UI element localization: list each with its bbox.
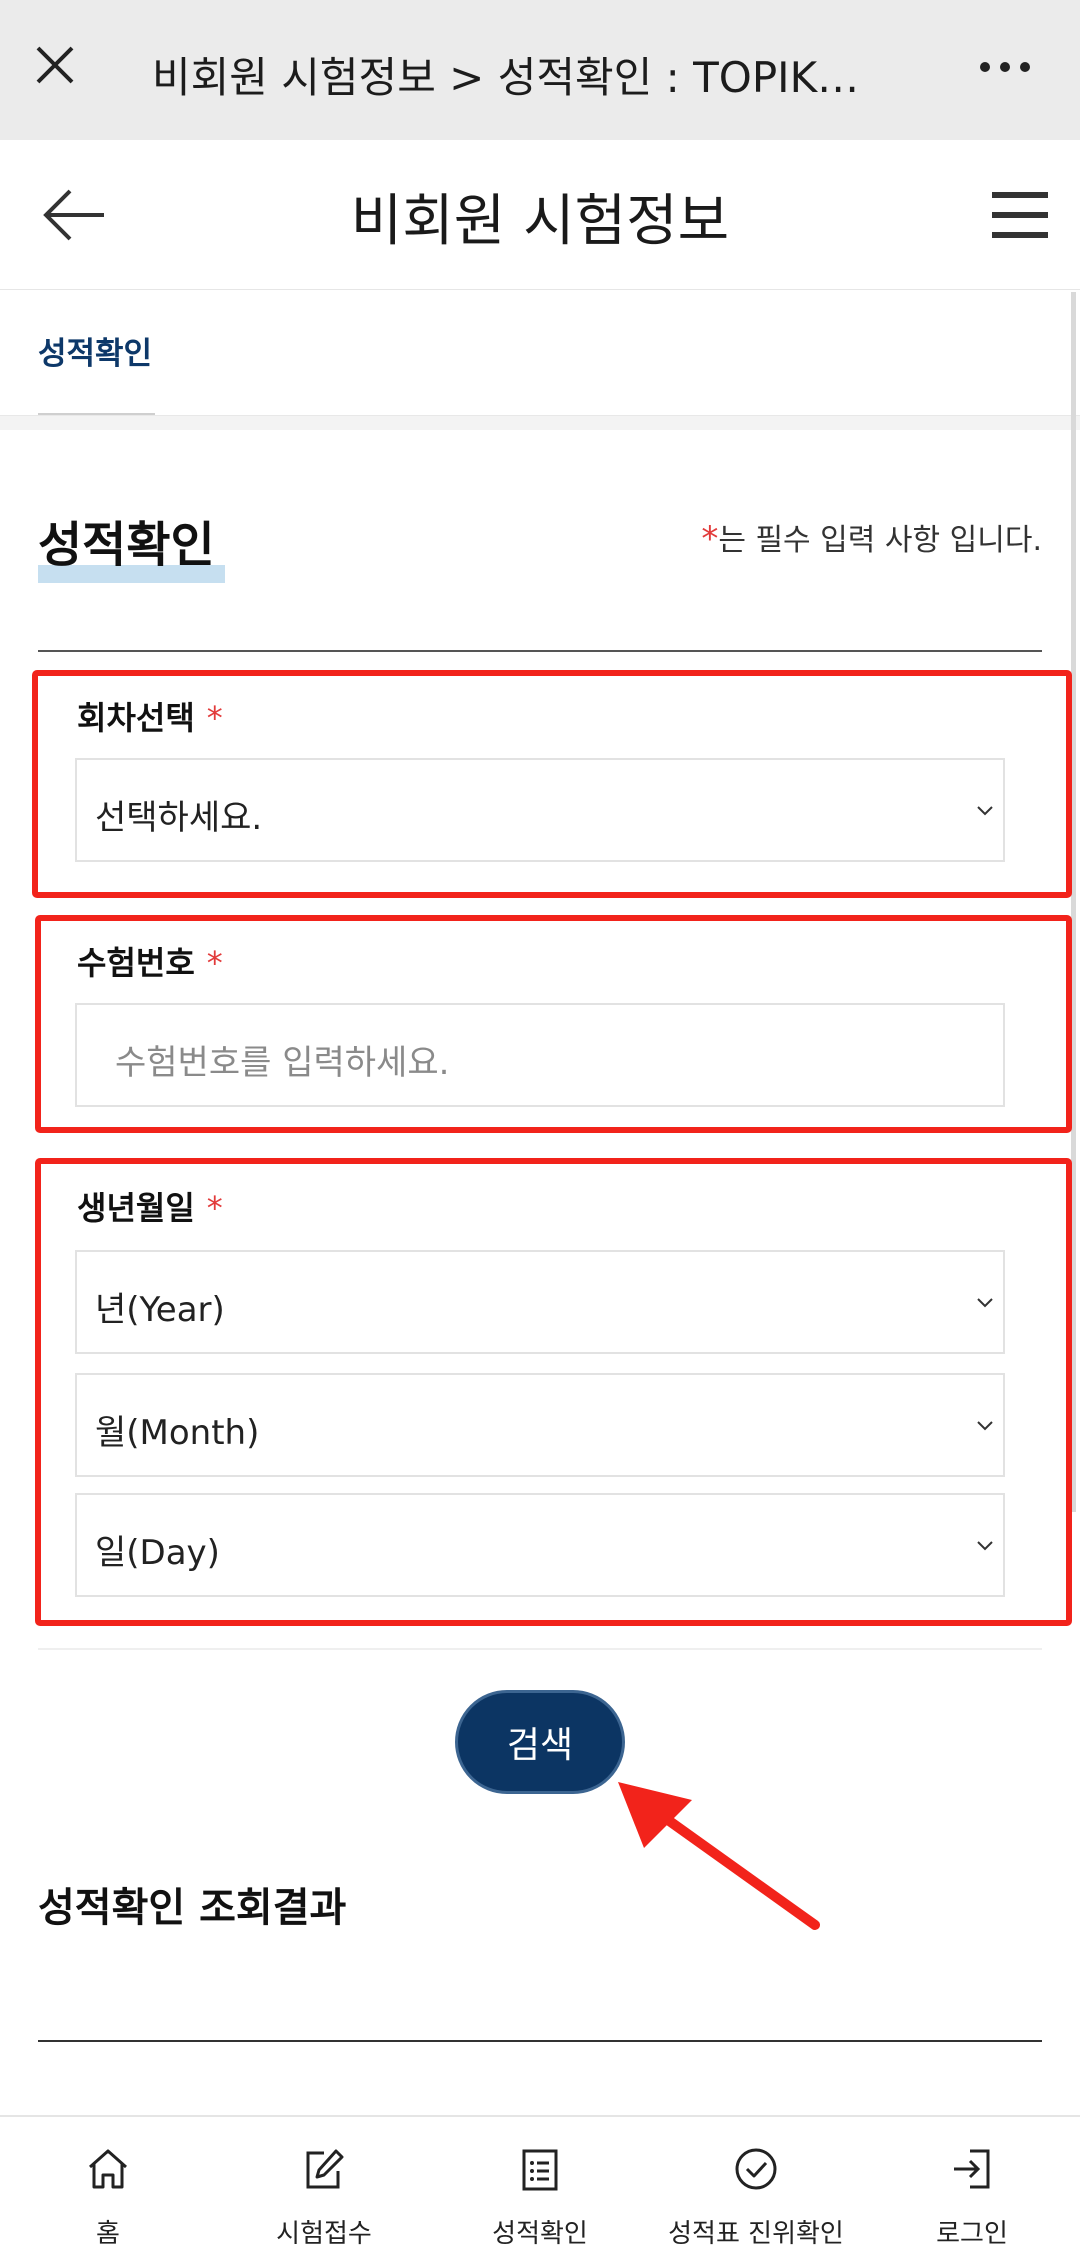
home-icon — [89, 2149, 127, 2189]
birth-day-value: 일(Day) — [95, 1533, 220, 1573]
form-divider — [38, 1648, 1042, 1650]
nav-label-home: 홈 — [96, 2219, 120, 2249]
exam-number-label-text: 수험번호 — [77, 944, 195, 982]
bottom-nav: 홈 시험접수 성적확인 성적표 진위확인 로그인 — [0, 2115, 1080, 2263]
birth-label-text: 생년월일 — [77, 1189, 195, 1227]
nav-item-login[interactable]: 로그인 — [864, 2117, 1080, 2263]
birth-month-select[interactable]: 월(Month) — [75, 1373, 1005, 1477]
annotation-arrow-icon — [618, 1782, 820, 1930]
chevron-down-icon — [977, 1421, 993, 1431]
required-note-text: 는 필수 입력 사항 입니다. — [718, 523, 1042, 558]
result-title: 성적확인 조회결과 — [38, 1885, 347, 1931]
check-circle-icon — [735, 2148, 777, 2190]
exam-number-label: 수험번호 * — [77, 938, 223, 984]
login-icon — [954, 2149, 990, 2189]
more-options-icon[interactable] — [975, 52, 1035, 82]
nav-label-verify-score: 성적표 진위확인 — [668, 2219, 844, 2249]
chevron-down-icon — [977, 1298, 993, 1308]
birth-year-select[interactable]: 년(Year) — [75, 1250, 1005, 1354]
section-title: 성적확인 — [38, 517, 215, 573]
chevron-down-icon — [977, 806, 993, 816]
tab-score-check[interactable]: 성적확인 — [38, 328, 152, 373]
browser-toolbar: 비회원 시험정보 > 성적확인 : TOPIK… — [0, 0, 1080, 140]
nav-item-exam-registration[interactable]: 시험접수 — [216, 2117, 432, 2263]
nav-label-exam-registration: 시험접수 — [276, 2219, 372, 2249]
round-select-value: 선택하세요. — [95, 798, 263, 838]
birth-day-select[interactable]: 일(Day) — [75, 1493, 1005, 1597]
close-icon[interactable] — [30, 40, 80, 90]
nav-item-verify-score[interactable]: 성적표 진위확인 — [648, 2117, 864, 2263]
round-select[interactable]: 선택하세요. — [75, 758, 1005, 862]
required-star: * — [206, 1189, 223, 1227]
tab-separator — [0, 415, 1080, 430]
nav-label-score-check: 성적확인 — [492, 2219, 588, 2249]
round-label-text: 회차선택 — [77, 699, 195, 737]
nav-item-score-check[interactable]: 성적확인 — [432, 2117, 648, 2263]
hamburger-menu-icon[interactable] — [990, 188, 1050, 242]
required-star: * — [206, 944, 223, 982]
round-label: 회차선택 * — [77, 693, 223, 739]
birth-month-value: 월(Month) — [95, 1413, 260, 1453]
birth-year-value: 년(Year) — [95, 1290, 225, 1330]
required-star: * — [206, 699, 223, 737]
app-header: 비회원 시험정보 — [0, 140, 1080, 290]
section-divider — [38, 650, 1042, 652]
required-note: *는 필수 입력 사항 입니다. — [701, 515, 1042, 559]
nav-item-home[interactable]: 홈 — [0, 2117, 216, 2263]
edit-icon — [306, 2149, 344, 2189]
exam-number-placeholder: 수험번호를 입력하세요. — [115, 1043, 450, 1083]
required-star: * — [701, 519, 719, 559]
browser-title: 비회원 시험정보 > 성적확인 : TOPIK… — [152, 53, 860, 102]
nav-label-login: 로그인 — [936, 2219, 1008, 2249]
page-title: 비회원 시험정보 — [350, 189, 730, 254]
exam-number-input[interactable]: 수험번호를 입력하세요. — [75, 1003, 1005, 1107]
result-divider — [38, 2040, 1042, 2042]
chevron-down-icon — [977, 1541, 993, 1551]
list-document-icon — [522, 2149, 558, 2191]
birth-label: 생년월일 * — [77, 1183, 223, 1229]
